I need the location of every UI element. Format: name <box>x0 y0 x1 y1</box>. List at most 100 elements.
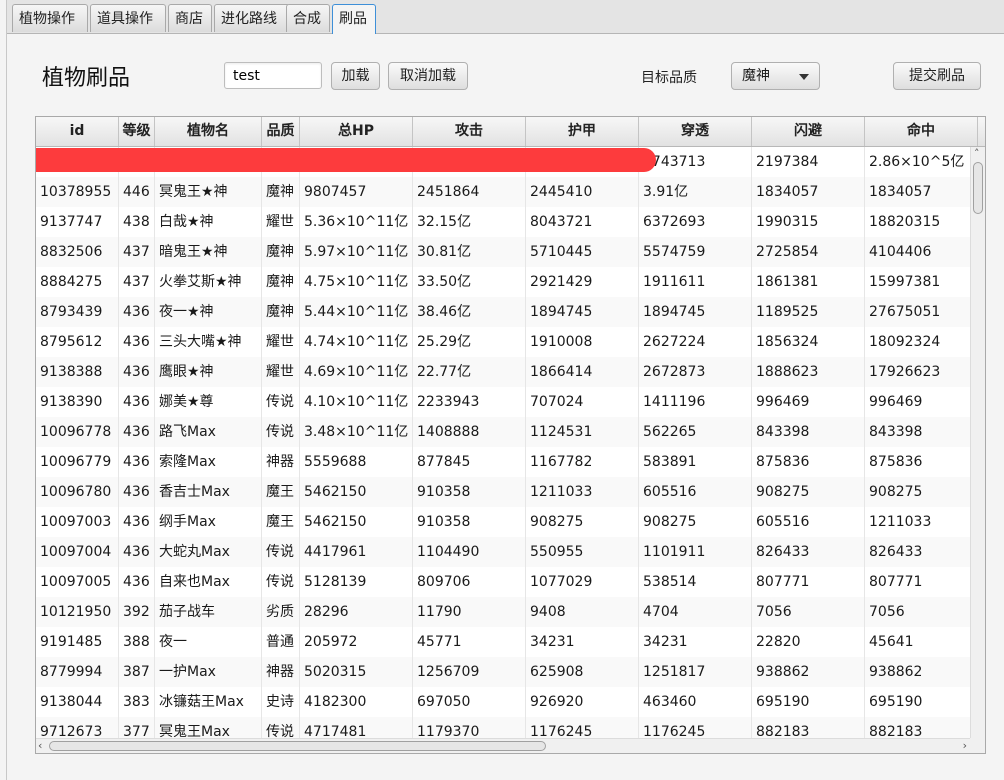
plant-table: id 等级 植物名 品质 总HP 攻击 护甲 穿透 闪避 命中 5743713 2197384 2.8… <box>35 116 986 754</box>
quality-select[interactable]: 魔神 <box>731 62 820 90</box>
tab-3[interactable]: 进化路线 <box>214 4 290 32</box>
tab-2[interactable]: 商店 <box>168 4 212 32</box>
table-cell: 魔王 <box>262 477 300 507</box>
table-cell: 1176245 <box>639 717 752 739</box>
column-header[interactable]: 命中 <box>865 117 978 146</box>
vertical-scroll-thumb[interactable] <box>973 162 983 214</box>
table-cell: 809706 <box>413 567 526 597</box>
table-cell: 5462150 <box>300 507 413 537</box>
table-row[interactable]: 9138390 436 娜美★尊 传说 4.10×10^11亿 2233943 707024… <box>36 387 971 417</box>
table-cell: 夜一 <box>155 627 262 657</box>
table-row[interactable]: 10096780 436 香吉士Max 魔王 5462150 910358 1211033 6… <box>36 477 971 507</box>
submit-button[interactable]: 提交刷品 <box>893 62 981 90</box>
table-row[interactable]: 10097004 436 大蛇丸Max 传说 4417961 1104490 550955 1… <box>36 537 971 567</box>
table-cell: 463460 <box>639 687 752 717</box>
column-header[interactable]: 穿透 <box>639 117 752 146</box>
table-cell: 605516 <box>639 477 752 507</box>
table-row[interactable]: 8779994 387 一护Max 神器 5020315 1256709 625908 125… <box>36 657 971 687</box>
table-cell: 436 <box>119 297 155 327</box>
table-row[interactable]: 10121950 392 茄子战车 劣质 28296 11790 9408 4704 7056 7… <box>36 597 971 627</box>
table-cell: 1179370 <box>413 717 526 739</box>
tab-1[interactable]: 道具操作 <box>90 4 166 32</box>
table-row[interactable]: 9138388 436 鹰眼★神 耀世 4.69×10^11亿 22.77亿 1866414… <box>36 357 971 387</box>
table-cell: 香吉士Max <box>155 477 262 507</box>
scroll-left-icon[interactable]: ‹ <box>38 740 42 752</box>
table-cell: 4.69×10^11亿 <box>300 357 413 387</box>
tab-4[interactable]: 合成 <box>286 4 330 32</box>
table-row[interactable]: 10096779 436 索隆Max 神器 5559688 877845 1167782 58… <box>36 447 971 477</box>
table-cell: 魔神 <box>262 237 300 267</box>
table-cell: 826433 <box>865 537 971 567</box>
table-cell: 10378955 <box>36 177 119 207</box>
table-row[interactable]: 9137747 438 白哉★神 耀世 5.36×10^11亿 32.15亿 8043721… <box>36 207 971 237</box>
tab-5[interactable]: 刷品 <box>332 4 376 34</box>
table-cell: 625908 <box>526 657 639 687</box>
table-cell: 2197384 <box>752 147 865 177</box>
search-input[interactable] <box>224 62 322 89</box>
table-cell: 908275 <box>526 507 639 537</box>
vertical-scrollbar[interactable]: ˄ <box>970 147 985 739</box>
cancel-load-button[interactable]: 取消加载 <box>388 62 468 90</box>
table-cell: 耀世 <box>262 327 300 357</box>
table-row[interactable]: 9191485 388 夜一 普通 205972 45771 34231 34231 22820… <box>36 627 971 657</box>
table-cell: 5128139 <box>300 567 413 597</box>
table-row[interactable]: 8793439 436 夜一★神 魔神 5.44×10^11亿 38.46亿 1894745… <box>36 297 971 327</box>
table-cell: 7056 <box>865 597 971 627</box>
table-cell: 383 <box>119 687 155 717</box>
table-cell: 437 <box>119 267 155 297</box>
table-cell: 8795612 <box>36 327 119 357</box>
tab-0[interactable]: 植物操作 <box>12 4 88 32</box>
table-cell: 695190 <box>752 687 865 717</box>
column-header[interactable]: 等级 <box>119 117 155 146</box>
table-row[interactable]: 10096778 436 路飞Max 传说 3.48×10^11亿 1408888 1124… <box>36 417 971 447</box>
table-cell: 1256709 <box>413 657 526 687</box>
table-cell: 436 <box>119 387 155 417</box>
table-row[interactable]: 9712673 377 冥鬼王Max 传说 4717481 1179370 1176245 1… <box>36 717 971 739</box>
table-cell: 1124531 <box>526 417 639 447</box>
table-cell: 697050 <box>413 687 526 717</box>
column-header[interactable]: 护甲 <box>526 117 639 146</box>
table-cell: 8832506 <box>36 237 119 267</box>
scroll-up-icon[interactable]: ˄ <box>974 148 980 160</box>
table-row[interactable]: 10097005 436 自来也Max 传说 5128139 809706 1077029 5… <box>36 567 971 597</box>
table-cell: 877845 <box>413 447 526 477</box>
table-cell: 1189525 <box>752 297 865 327</box>
table-cell: 18092324 <box>865 327 971 357</box>
table-row[interactable]: 10097003 436 纲手Max 魔王 5462150 910358 908275 908… <box>36 507 971 537</box>
column-header[interactable]: id <box>36 117 119 146</box>
table-cell: 387 <box>119 657 155 687</box>
table-cell: 446 <box>119 177 155 207</box>
horizontal-scrollbar[interactable]: ‹ › <box>36 738 971 753</box>
table-cell: 377 <box>119 717 155 739</box>
column-header[interactable]: 品质 <box>262 117 300 146</box>
table-cell: 普通 <box>262 627 300 657</box>
table-cell: 1077029 <box>526 567 639 597</box>
table-row[interactable]: 10378955 446 冥鬼王★神 魔神 9807457 2451864 2445410 3… <box>36 177 971 207</box>
table-cell: 17926623 <box>865 357 971 387</box>
table-cell: 9408 <box>526 597 639 627</box>
table-cell: 22.77亿 <box>413 357 526 387</box>
table-cell: 996469 <box>865 387 971 417</box>
load-button[interactable]: 加载 <box>331 62 380 90</box>
table-cell: 传说 <box>262 417 300 447</box>
table-cell: 7056 <box>752 597 865 627</box>
table-row[interactable]: 8795612 436 三头大嘴★神 耀世 4.74×10^11亿 25.29亿 19100… <box>36 327 971 357</box>
table-cell: 436 <box>119 537 155 567</box>
table-row[interactable]: 9138044 383 冰镰菇王Max 史诗 4182300 697050 926920 46… <box>36 687 971 717</box>
table-cell: 562265 <box>639 417 752 447</box>
column-header[interactable]: 攻击 <box>413 117 526 146</box>
table-cell: 1834057 <box>752 177 865 207</box>
horizontal-scroll-thumb[interactable] <box>49 741 546 751</box>
table-cell: 5710445 <box>526 237 639 267</box>
column-header[interactable]: 总HP <box>300 117 413 146</box>
table-cell: 436 <box>119 567 155 597</box>
table-row[interactable]: 8884275 437 火拳艾斯★神 魔神 4.75×10^11亿 33.50亿 29214… <box>36 267 971 297</box>
table-cell: 908275 <box>865 477 971 507</box>
table-row[interactable]: 8832506 437 暗鬼王★神 魔神 5.97×10^11亿 30.81亿 571044… <box>36 237 971 267</box>
table-cell: 1251817 <box>639 657 752 687</box>
column-header[interactable]: 植物名 <box>155 117 262 146</box>
table-cell: 耀世 <box>262 357 300 387</box>
table-cell: 1211033 <box>865 507 971 537</box>
column-header[interactable]: 闪避 <box>752 117 865 146</box>
scroll-right-icon[interactable]: › <box>963 740 967 752</box>
